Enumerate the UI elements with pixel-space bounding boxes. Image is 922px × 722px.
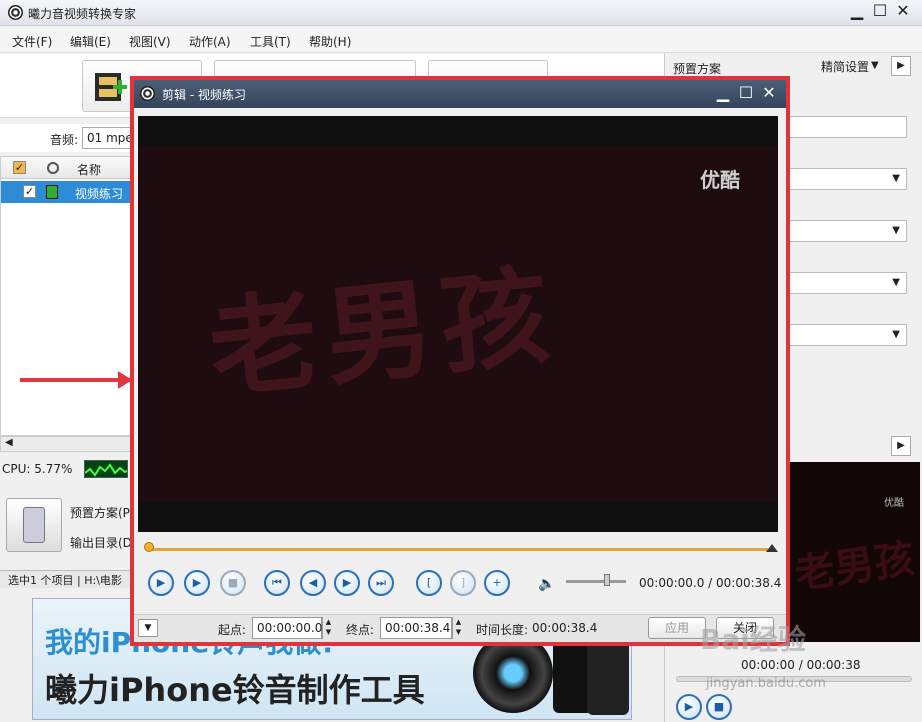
step-back-button[interactable]: ◀ [300,570,326,596]
end-label: 终点: [346,623,375,637]
settings-mode[interactable]: 精简设置 [821,58,869,75]
close-icon[interactable]: ✕ [760,85,778,103]
stop-button[interactable]: ■ [220,570,246,596]
preview-stop-button[interactable]: ■ [706,694,732,720]
expand-icon[interactable]: ▶ [891,56,911,76]
preview-video: 优酷 老男孩 [790,462,920,642]
dialog-bottom-bar: ▼ 起点: 00:00:00.0 ▲ ▼ 终点: 00:00:38.4 ▲ ▼ 时间… [134,614,786,642]
film-add-icon [95,73,127,101]
annotation-arrow [20,378,132,382]
start-label: 起点: [218,623,247,637]
maximize-icon[interactable]: ☐ [871,3,889,21]
baidu-url: jingyan.baidu.com [706,676,826,691]
app-logo-icon [140,86,155,101]
menu-edit[interactable]: 编辑(E) [70,33,111,50]
minimize-icon[interactable]: ▁ [848,3,866,21]
start-time-input[interactable]: 00:00:00.0 [252,617,322,639]
video-file-icon [46,185,58,199]
apply-button[interactable]: 应用 [648,617,706,639]
column-name[interactable]: 名称 [77,161,101,178]
chevron-down-icon[interactable]: ▼ [138,619,158,637]
app-logo-icon [8,5,23,20]
select-all-checkbox[interactable]: ✓ [13,161,26,174]
start-time-value: 00:00:00.0 [257,621,323,635]
step-forward-button[interactable]: ▶ [334,570,360,596]
duration-label: 时间长度: [476,623,529,637]
preview-play-button[interactable]: ▶ [676,694,702,720]
chevron-down-icon[interactable]: ▼ [871,60,879,71]
menu-help[interactable]: 帮助(H) [309,33,351,50]
preset-label: 预置方案(P [70,506,130,520]
end-time-stepper[interactable]: ▲ ▼ [452,617,464,639]
menu-tools[interactable]: 工具(T) [250,33,291,50]
end-marker[interactable] [766,544,778,552]
start-marker[interactable] [144,542,154,552]
video-watermark: 优酷 [700,168,740,192]
scroll-left-icon[interactable]: ◀ [5,437,13,448]
volume-thumb[interactable] [604,574,610,586]
preview-watermark: 优酷 [884,498,904,509]
audio-label: 音频: [50,133,79,147]
status-text: 选中1 个项目 | H:\电影 [8,574,122,587]
snapshot-button[interactable]: + [484,570,510,596]
minimize-icon[interactable]: ▁ [714,85,732,103]
duration-value: 00:00:38.4 [532,621,598,635]
menu-file[interactable]: 文件(F) [12,33,52,50]
cpu-graph [84,460,128,478]
dialog-titlebar: 剪辑 - 视频练习 ▁ ☐ ✕ [134,80,786,108]
set-start-button[interactable]: [ [416,570,442,596]
preview-time: 00:00:00 / 00:00:38 [741,658,861,672]
menu-action[interactable]: 动作(A) [189,33,231,50]
dialog-title: 剪辑 - 视频练习 [162,88,246,102]
output-label: 输出目录(D [70,536,132,550]
close-icon[interactable]: ✕ [894,3,912,21]
timeline-track [146,548,768,551]
go-start-button[interactable]: ⏮ [264,570,290,596]
menu-view[interactable]: 视图(V) [129,33,171,50]
clip-timeline[interactable] [140,542,778,552]
video-frame-text: 老男孩 [203,253,563,414]
app-titlebar: 曦力音视频转换专家 ▁ ☐ ✕ [0,0,922,26]
maximize-icon[interactable]: ☐ [737,85,755,103]
menu-bar: 文件(F) 编辑(E) 视图(V) 动作(A) 工具(T) 帮助(H) [0,27,922,53]
clip-dialog: 剪辑 - 视频练习 ▁ ☐ ✕ 优酷 老男孩 ▶ ▶ ■ ⏮ ◀ ▶ ⏭ [ ]… [130,76,790,646]
preview-frame-text: 老男孩 [791,535,918,599]
video-player[interactable]: 优酷 老男孩 [138,116,778,532]
baidu-watermark: Bai经验 [700,623,806,656]
set-end-button[interactable]: ] [450,570,476,596]
row-checkbox[interactable]: ✓ [23,185,36,198]
letterbox-top [138,116,778,146]
banner-product-name: 曦力iPhone铃音制作工具 [45,671,425,709]
volume-icon[interactable]: 🔈 [538,576,555,592]
time-display: 00:00:00.0 / 00:00:38.4 [639,576,782,590]
end-time-value: 00:00:38.4 [385,621,451,635]
audio-select-value: 01 mpe [87,131,133,145]
app-title: 曦力音视频转换专家 [28,7,137,21]
go-end-button[interactable]: ⏭ [368,570,394,596]
play-button[interactable]: ▶ [148,570,174,596]
volume-slider[interactable] [566,580,626,583]
end-time-input[interactable]: 00:00:38.4 [380,617,452,639]
letterbox-bottom [138,502,778,532]
target-icon [47,162,59,174]
cpu-usage: CPU: 5.77% [2,462,73,476]
play-selection-button[interactable]: ▶ [184,570,210,596]
expand-icon[interactable]: ▶ [891,436,911,456]
preset-header: 预置方案 [673,62,722,76]
row-name: 视频练习 [75,187,124,201]
start-time-stepper[interactable]: ▲ ▼ [322,617,334,639]
device-icon[interactable] [6,498,62,552]
